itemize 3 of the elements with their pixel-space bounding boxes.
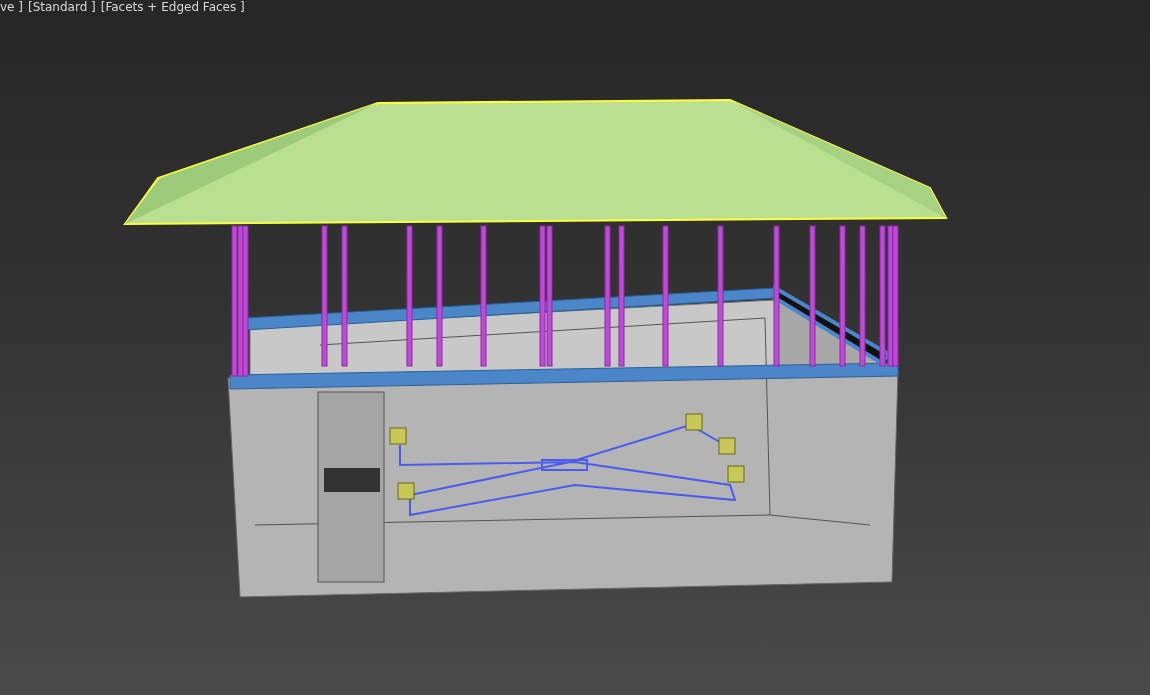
viewport-label[interactable]: [Facets + Edged Faces ] [100, 0, 245, 14]
viewport-label[interactable]: [Standard ] [28, 0, 96, 14]
viewport-label[interactable]: ve ] [0, 0, 23, 14]
